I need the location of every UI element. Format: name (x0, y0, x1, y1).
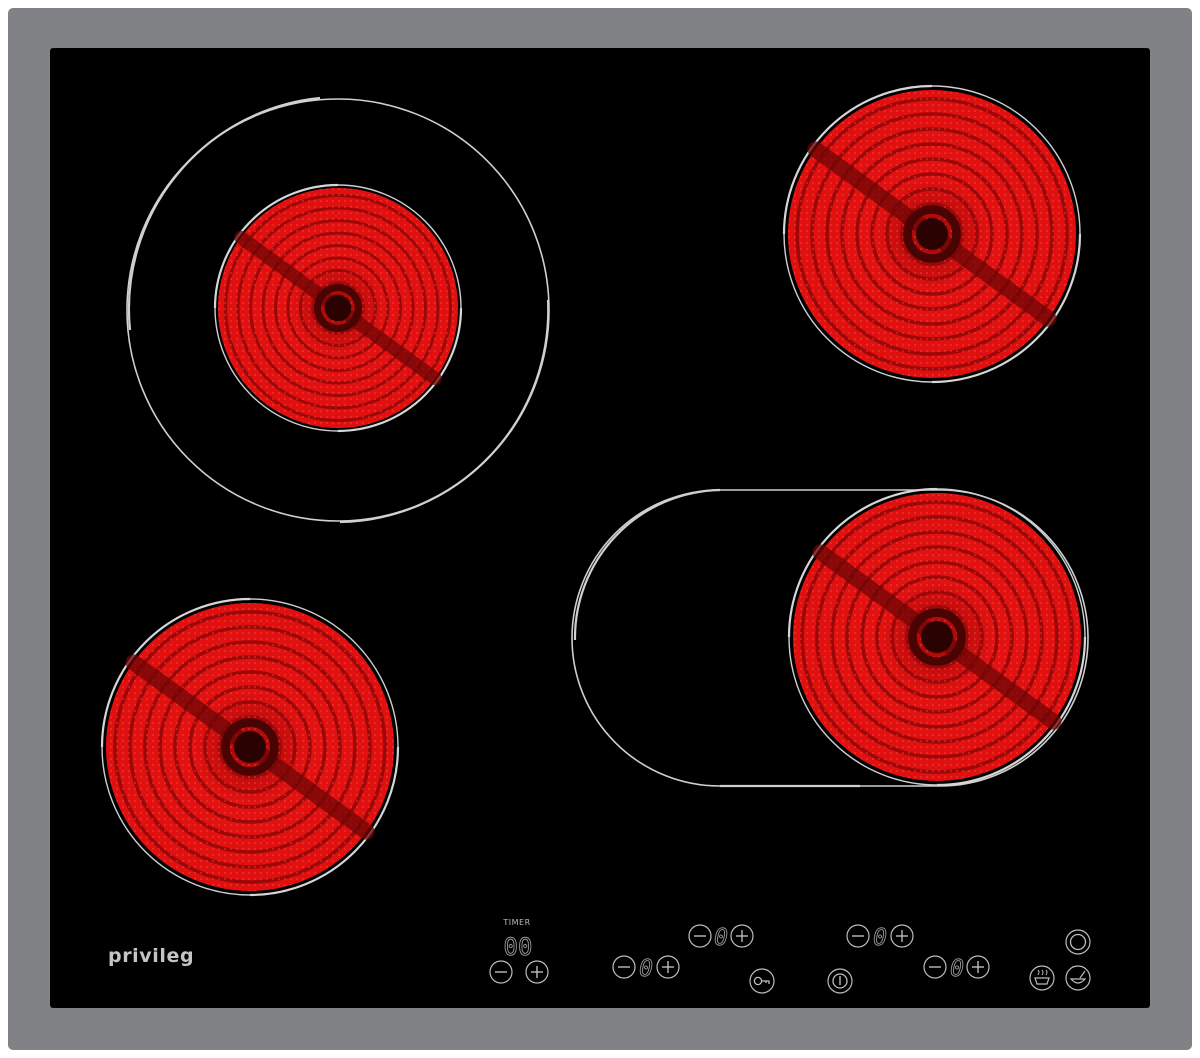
dual-zone-button[interactable] (1065, 929, 1091, 955)
timer-minus-button[interactable] (489, 960, 513, 984)
warming-button[interactable] (1029, 965, 1055, 991)
zone-bottom-right-level-display: 0 (950, 956, 964, 982)
timer-display: 00 (504, 933, 533, 961)
zone-bottom-left-plus-button[interactable] (656, 955, 680, 979)
zone-top-left-level-display: 0 (714, 925, 728, 951)
zone-bottom-right-plus-button[interactable] (966, 955, 990, 979)
pan-button[interactable] (1065, 965, 1091, 991)
power-button[interactable] (827, 968, 853, 994)
brand-logo: privileg (108, 945, 194, 967)
zone-top-left-plus-button[interactable] (730, 924, 754, 948)
key-lock-button[interactable] (749, 968, 775, 994)
timer-label: TIMER (502, 918, 530, 927)
zone-top-right-plus-button[interactable] (890, 924, 914, 948)
zone-bottom-left-level-display: 0 (639, 956, 653, 982)
zone-top-left-minus-button[interactable] (688, 924, 712, 948)
timer-plus-button[interactable] (525, 960, 549, 984)
zone-bottom-left-minus-button[interactable] (612, 955, 636, 979)
ceramic-hob: privileg TIMER 00 00 00 (8, 8, 1192, 1050)
zone-bottom-right-minus-button[interactable] (923, 955, 947, 979)
zone-top-right-level-display: 0 (873, 925, 887, 951)
zone-top-right-minus-button[interactable] (846, 924, 870, 948)
